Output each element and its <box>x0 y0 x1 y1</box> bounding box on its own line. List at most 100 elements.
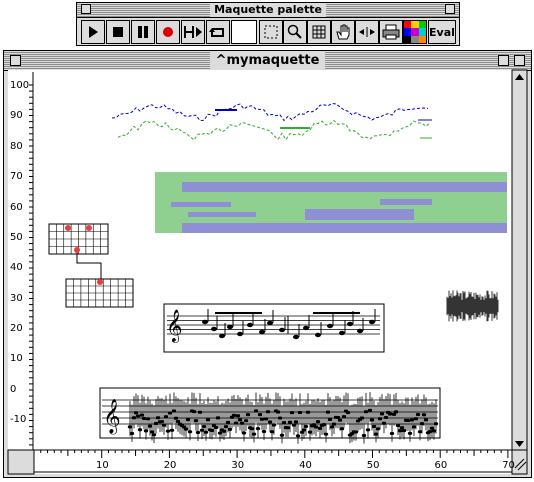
dense-note-head <box>323 432 329 436</box>
dense-note-head <box>131 416 137 420</box>
dense-note-head <box>197 410 203 414</box>
dense-note-head <box>215 416 221 420</box>
piano-roll-note <box>182 182 507 192</box>
dense-note-head <box>381 421 387 425</box>
note-head <box>247 322 253 328</box>
dense-note-head <box>399 426 405 430</box>
x-tick-label: 30 <box>231 460 244 471</box>
dense-note-head <box>329 425 335 429</box>
piano-roll-note <box>182 223 507 233</box>
piano-roll-note <box>171 202 231 207</box>
dense-note-head <box>303 424 309 429</box>
waveform <box>446 290 499 322</box>
note-head <box>369 319 375 325</box>
dense-note-head <box>239 421 245 425</box>
vertical-scrollbar[interactable] <box>511 69 528 451</box>
dense-note-head <box>245 413 251 417</box>
dense-note-head <box>265 410 271 414</box>
dense-note-head <box>155 416 161 420</box>
dense-note-head <box>291 423 297 427</box>
dense-note-head <box>395 423 401 428</box>
patch-outlet-icon[interactable] <box>65 225 71 231</box>
dense-note-head <box>279 433 285 437</box>
x-tick-label: 60 <box>435 460 448 471</box>
dense-note-head <box>295 434 301 438</box>
note-head <box>279 327 285 333</box>
melody-green-series <box>117 119 431 141</box>
dense-note-head <box>375 427 381 431</box>
dense-note-head <box>137 428 143 432</box>
dense-note-head <box>361 433 367 438</box>
dense-note-head <box>373 432 379 436</box>
dense-note-head <box>367 408 373 412</box>
dense-note-head <box>133 411 139 415</box>
dense-note-head <box>231 413 237 417</box>
dense-note-head <box>173 416 179 420</box>
dense-note-head <box>165 429 171 433</box>
dense-note-head <box>191 410 197 414</box>
score-object[interactable]: 𝄞 <box>163 303 385 353</box>
note-head <box>357 328 363 334</box>
dense-note-head <box>143 429 149 433</box>
dense-note-head <box>281 420 287 425</box>
note-head <box>211 326 217 332</box>
note-head <box>303 325 309 331</box>
x-tick-label: 50 <box>367 460 380 471</box>
dense-note-head <box>313 425 319 429</box>
piano-roll-note <box>188 212 256 217</box>
dense-note-head <box>405 418 411 423</box>
melody-object[interactable] <box>111 103 432 141</box>
patch-inlet-icon[interactable] <box>74 247 80 253</box>
dense-note-head <box>377 417 383 421</box>
note-head <box>259 329 265 335</box>
dense-note-head <box>289 411 295 415</box>
dense-note-head <box>305 410 311 414</box>
dense-note-head <box>421 413 427 417</box>
dense-note-head <box>383 415 389 420</box>
patch-object-top[interactable] <box>48 223 109 255</box>
dense-note-head <box>253 409 259 413</box>
patch-outlet-icon[interactable] <box>86 225 92 231</box>
dense-note-head <box>315 420 321 424</box>
dense-note-head <box>331 422 337 426</box>
x-tick-label: 10 <box>96 460 109 471</box>
patch-outlet-icon[interactable] <box>97 279 103 285</box>
patch-object-bottom[interactable] <box>65 278 134 308</box>
dense-note-head <box>419 422 425 426</box>
dense-note-head <box>223 425 229 429</box>
dense-note-head <box>153 421 159 426</box>
dense-note-head <box>389 431 395 436</box>
dense-note-head <box>139 413 145 417</box>
dense-note-head <box>227 427 233 431</box>
treble-clef-icon: 𝄞 <box>103 399 121 435</box>
dense-note-head <box>235 414 241 418</box>
dense-note-head <box>393 410 399 414</box>
dense-note-head <box>415 412 421 417</box>
dense-note-head <box>267 420 273 424</box>
dense-note-head <box>263 417 269 421</box>
dense-note-head <box>423 418 429 422</box>
note-head <box>202 319 208 325</box>
dense-note-head <box>345 411 351 415</box>
piano-roll-object[interactable] <box>155 172 507 233</box>
ruler-corner <box>7 449 35 475</box>
maquette-drawing: 𝄞 𝄞 10 20 30 40 50 60 70 <box>7 69 528 475</box>
dense-note-head <box>187 430 193 434</box>
dense-note-head <box>151 433 157 437</box>
dense-note-head <box>359 416 365 420</box>
dense-note-head <box>339 427 345 431</box>
dense-note-head <box>195 430 201 435</box>
dense-note-head <box>199 428 205 432</box>
dense-note-head <box>261 429 267 434</box>
dense-note-head <box>297 410 303 415</box>
dense-note-head <box>285 426 291 430</box>
dense-score-object[interactable]: 𝄞 <box>99 387 441 444</box>
dense-note-head <box>241 431 247 435</box>
x-tick-label: 40 <box>299 460 312 471</box>
y-ruler-ticks <box>29 84 33 446</box>
sound-waveform-object[interactable] <box>446 290 499 322</box>
patch-connection[interactable] <box>76 253 102 281</box>
dense-note-head <box>233 421 239 425</box>
note-head <box>267 320 273 326</box>
dense-note-head <box>145 417 151 421</box>
